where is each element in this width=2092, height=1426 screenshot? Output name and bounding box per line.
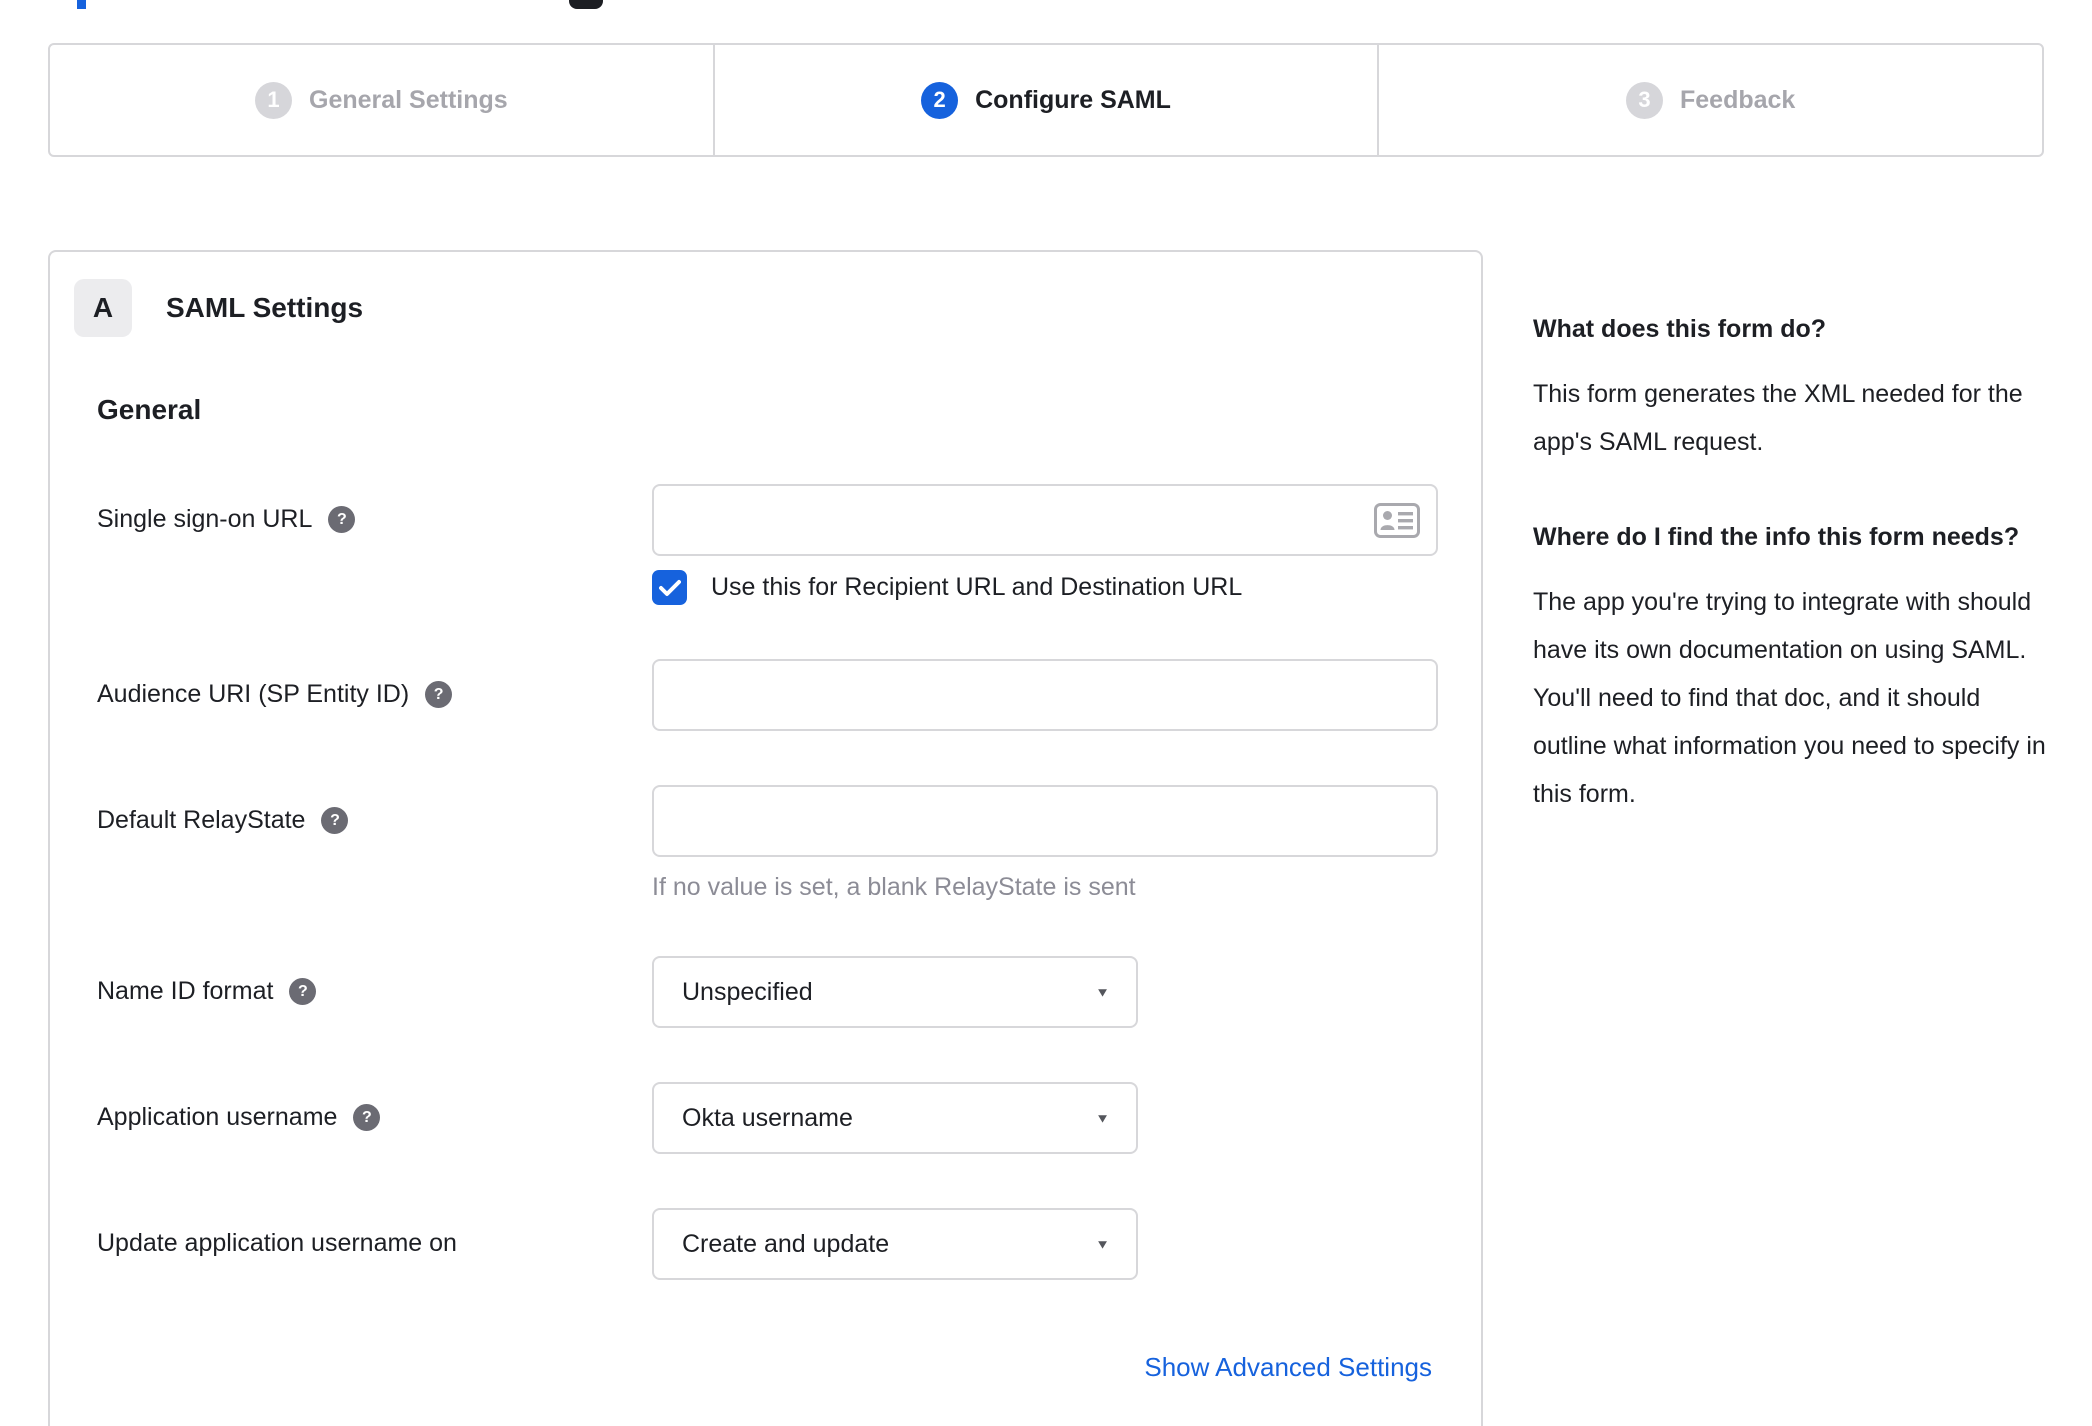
- step-general-settings[interactable]: 1 General Settings: [50, 45, 713, 155]
- sidebar-heading-where: Where do I find the info this form needs…: [1533, 523, 2020, 551]
- field-label: Update application username on: [97, 1229, 457, 1257]
- select-value: Create and update: [682, 1229, 890, 1258]
- sidebar-body-where: The app you're trying to integrate with …: [1533, 588, 2046, 808]
- recipient-url-checkbox-row: Use this for Recipient URL and Destinati…: [652, 570, 1438, 605]
- single-sign-on-url-input[interactable]: [652, 484, 1438, 556]
- field-row-application-username: Application username ? Okta username ▼: [97, 1082, 1434, 1154]
- step-feedback[interactable]: 3 Feedback: [1377, 45, 2042, 155]
- saml-settings-card: A SAML Settings General Single sign-on U…: [48, 250, 1483, 1426]
- sidebar-body-what: This form generates the XML needed for t…: [1533, 380, 2023, 456]
- step-configure-saml[interactable]: 2 Configure SAML: [712, 45, 1378, 155]
- field-label: Single sign-on URL: [97, 505, 313, 533]
- field-label: Application username: [97, 1103, 338, 1131]
- step-label: General Settings: [309, 85, 508, 114]
- chevron-down-icon: ▼: [1095, 984, 1110, 1000]
- step-number-badge: 3: [1626, 81, 1663, 119]
- field-row-single-sign-on-url: Single sign-on URL ? Use this for Recipi…: [97, 484, 1438, 605]
- general-section-title: General: [97, 394, 202, 425]
- select-value: Unspecified: [682, 977, 813, 1006]
- name-id-format-select[interactable]: Unspecified ▼: [652, 956, 1138, 1028]
- chevron-down-icon: ▼: [1095, 1236, 1110, 1252]
- field-row-update-username-on: Update application username on Create an…: [97, 1208, 1434, 1280]
- checkbox-check-icon: [658, 579, 681, 596]
- wizard-stepper: 1 General Settings 2 Configure SAML 3 Fe…: [48, 43, 2044, 157]
- step-number-badge: 1: [255, 81, 292, 119]
- help-icon[interactable]: ?: [425, 681, 453, 708]
- step-label: Feedback: [1680, 85, 1796, 114]
- relaystate-helper-text: If no value is set, a blank RelayState i…: [652, 873, 1136, 901]
- step-label: Configure SAML: [975, 85, 1171, 114]
- application-username-select[interactable]: Okta username ▼: [652, 1082, 1138, 1154]
- section-a-badge: A: [74, 279, 132, 337]
- help-sidebar: What does this form do? This form genera…: [1533, 250, 2053, 866]
- show-advanced-settings-link[interactable]: Show Advanced Settings: [1144, 1352, 1432, 1382]
- field-row-audience-uri: Audience URI (SP Entity ID) ?: [97, 659, 1438, 731]
- recipient-url-checkbox[interactable]: [652, 570, 687, 605]
- field-row-name-id-format: Name ID format ? Unspecified ▼: [97, 956, 1434, 1028]
- field-label: Default RelayState: [97, 806, 306, 834]
- contact-card-icon[interactable]: [1374, 503, 1420, 538]
- update-username-on-select[interactable]: Create and update ▼: [652, 1208, 1138, 1280]
- help-icon[interactable]: ?: [353, 1104, 381, 1131]
- help-icon[interactable]: ?: [321, 807, 349, 834]
- clipped-header-icon: [569, 0, 603, 9]
- field-row-default-relaystate: Default RelayState ? If no value is set,…: [97, 785, 1438, 902]
- step-number-badge: 2: [921, 81, 959, 119]
- sidebar-heading-what: What does this form do?: [1533, 315, 1827, 343]
- help-icon[interactable]: ?: [328, 506, 356, 533]
- audience-uri-input[interactable]: [652, 659, 1438, 731]
- card-title: SAML Settings: [166, 292, 364, 323]
- help-icon[interactable]: ?: [289, 978, 317, 1005]
- field-label: Audience URI (SP Entity ID): [97, 680, 410, 708]
- field-label: Name ID format: [97, 977, 274, 1005]
- saml-form: Single sign-on URL ? Use this for Recipi…: [97, 484, 1438, 1426]
- clipped-page-title-accent: [77, 0, 86, 9]
- chevron-down-icon: ▼: [1095, 1110, 1110, 1126]
- checkbox-label: Use this for Recipient URL and Destinati…: [711, 573, 1243, 601]
- select-value: Okta username: [682, 1103, 853, 1132]
- default-relaystate-input[interactable]: [652, 785, 1438, 857]
